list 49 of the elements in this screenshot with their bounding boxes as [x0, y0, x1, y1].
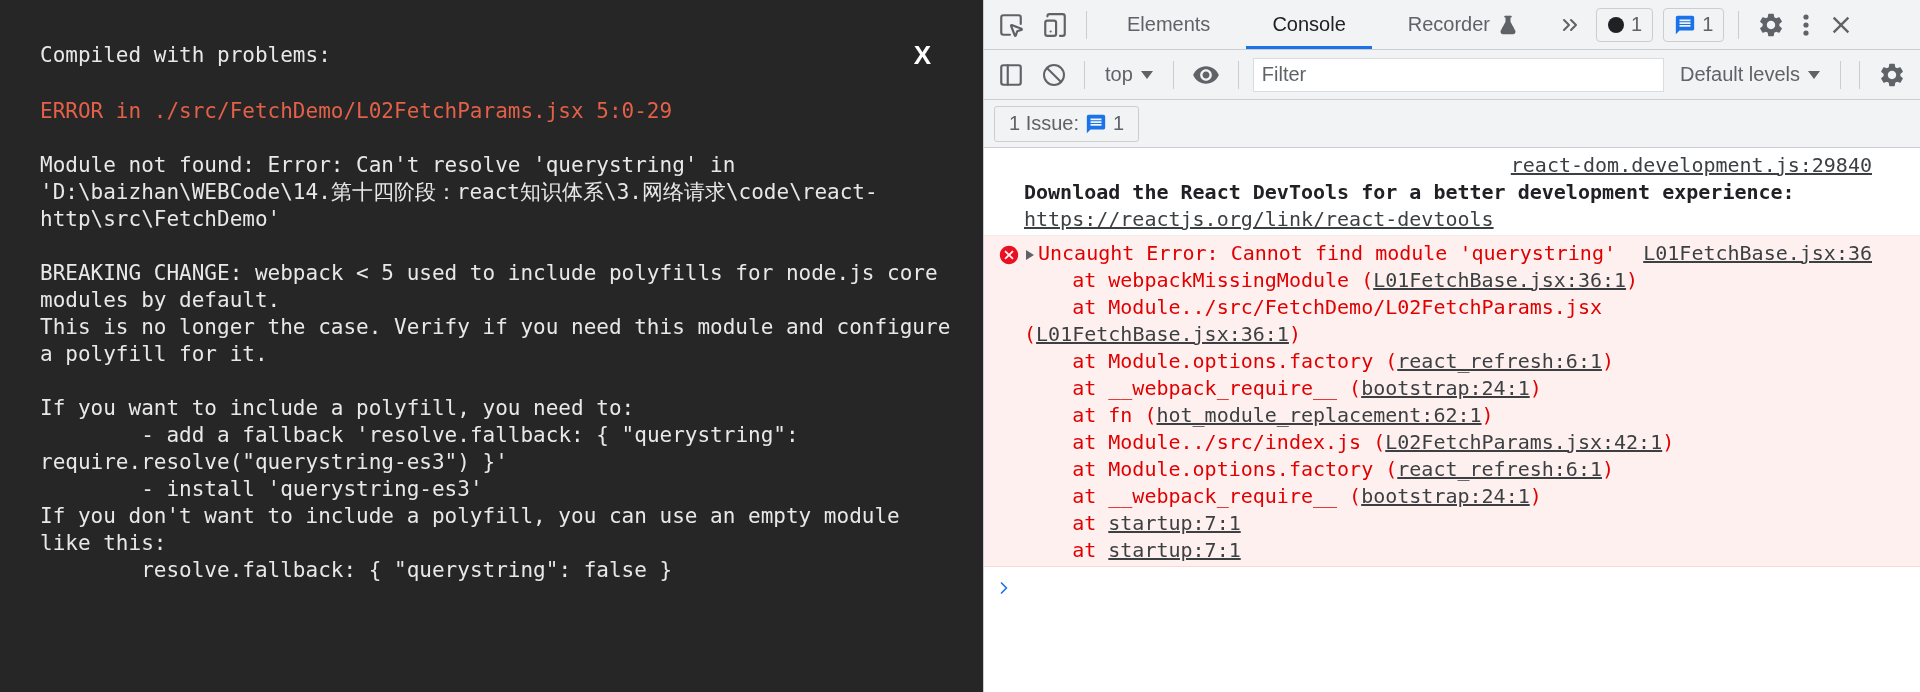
error-message: Uncaught Error: Cannot find module 'querystring': [1038, 241, 1616, 265]
filter-field[interactable]: Filter: [1252, 57, 1664, 92]
stack-frame: at Module.options.factory (react_refresh:6:1): [1024, 456, 1872, 483]
message-count-button[interactable]: 1: [1663, 7, 1725, 42]
caret-down-icon: [1808, 69, 1820, 80]
source-link[interactable]: bootstrap:24:1: [1361, 376, 1530, 400]
source-link[interactable]: react_refresh:6:1: [1397, 457, 1602, 481]
panel-tab[interactable]: Elements: [1101, 0, 1237, 49]
context-dropdown[interactable]: top: [1099, 63, 1159, 86]
message-icon: [1674, 13, 1697, 36]
error-header: ERROR in ./src/FetchDemo/L02FetchParams.jsx 5:0-29: [40, 98, 674, 125]
error-message: Module not found: Error: Can't resolve 'querystring' in 'D:\baizhan\WEBCode\14.第十四阶段：react知识体系\3.网络请求\code\react-http\src\FetchDemo' BREAKING CHANGE: webpack < 5 used to include polyfills for node.js core modules by default. This is no longer the case. Verify if you need this module and configure a polyfill for it. If you want to include a polyfill, you need to: - add a fallback 'resolve.fallback: { "querystring": require.resolve("querystring-es3") }' - install 'querystring-es3' If you don't want to include a polyfill, you can use an empty module like this: resolve.fallback: { "querystring": false }: [40, 152, 952, 584]
source-link[interactable]: hot_module_replacement:62:1: [1156, 403, 1482, 427]
source-link[interactable]: L01FetchBase.jsx:36: [1643, 240, 1872, 267]
source-link[interactable]: startup:7:1: [1108, 511, 1241, 535]
console-message: Download the React DevTools for a better development experience: https://reactjs.org/link/react-devtools: [1024, 179, 1796, 233]
issues-button[interactable]: 1 Issue: 1: [994, 105, 1140, 142]
caret-right-icon[interactable]: [1024, 247, 1036, 262]
more-icon: [1803, 13, 1810, 36]
stack-frame: at Module../src/index.js (L02FetchParams.jsx:42:1): [1024, 429, 1872, 456]
levels-dropdown[interactable]: Default levels: [1673, 63, 1826, 86]
close-button[interactable]: X: [901, 40, 943, 71]
panel-tab[interactable]: Recorder: [1381, 0, 1545, 49]
stack-frame: at Module../src/FetchDemo/L02FetchParams.jsx (L01FetchBase.jsx:36:1): [1024, 294, 1872, 348]
error-count-button[interactable]: 1: [1596, 7, 1654, 42]
source-link[interactable]: react-dom.development.js:29840: [1024, 152, 1872, 179]
error-icon: [998, 244, 1020, 266]
device-icon: [1042, 11, 1068, 38]
stack-frame: at startup:7:1: [1024, 537, 1872, 564]
stack-frame: at Module.options.factory (react_refresh:6:1): [1024, 348, 1872, 375]
cursor-icon: [998, 11, 1024, 38]
stack-frame: at startup:7:1: [1024, 510, 1872, 537]
caret-down-icon: [1140, 69, 1153, 80]
source-link[interactable]: L01FetchBase.jsx:36:1: [1036, 322, 1289, 346]
sidebar-icon: [998, 61, 1024, 88]
message-icon: [1085, 112, 1108, 135]
devtools-link[interactable]: https://reactjs.org/link/react-devtools: [1024, 207, 1494, 231]
stack-frame: at webpackMissingModule (L01FetchBase.jsx:36:1): [1024, 267, 1872, 294]
source-link[interactable]: L01FetchBase.jsx:36:1: [1373, 268, 1627, 292]
stack-frame: at __webpack_require__ (bootstrap:24:1): [1024, 483, 1872, 510]
stack-frame: at fn (hot_module_replacement:62:1): [1024, 402, 1872, 429]
source-link[interactable]: startup:7:1: [1108, 538, 1241, 562]
source-link[interactable]: react_refresh:6:1: [1397, 349, 1602, 373]
source-link[interactable]: bootstrap:24:1: [1361, 484, 1530, 508]
clear-icon: [1042, 62, 1066, 87]
stack-frame: at __webpack_require__ (bootstrap:24:1): [1024, 375, 1872, 402]
overlay-heading: Compiled with problems:: [40, 42, 331, 69]
source-link[interactable]: L02FetchParams.jsx:42:1: [1385, 430, 1663, 454]
dot-icon: [1607, 15, 1626, 34]
